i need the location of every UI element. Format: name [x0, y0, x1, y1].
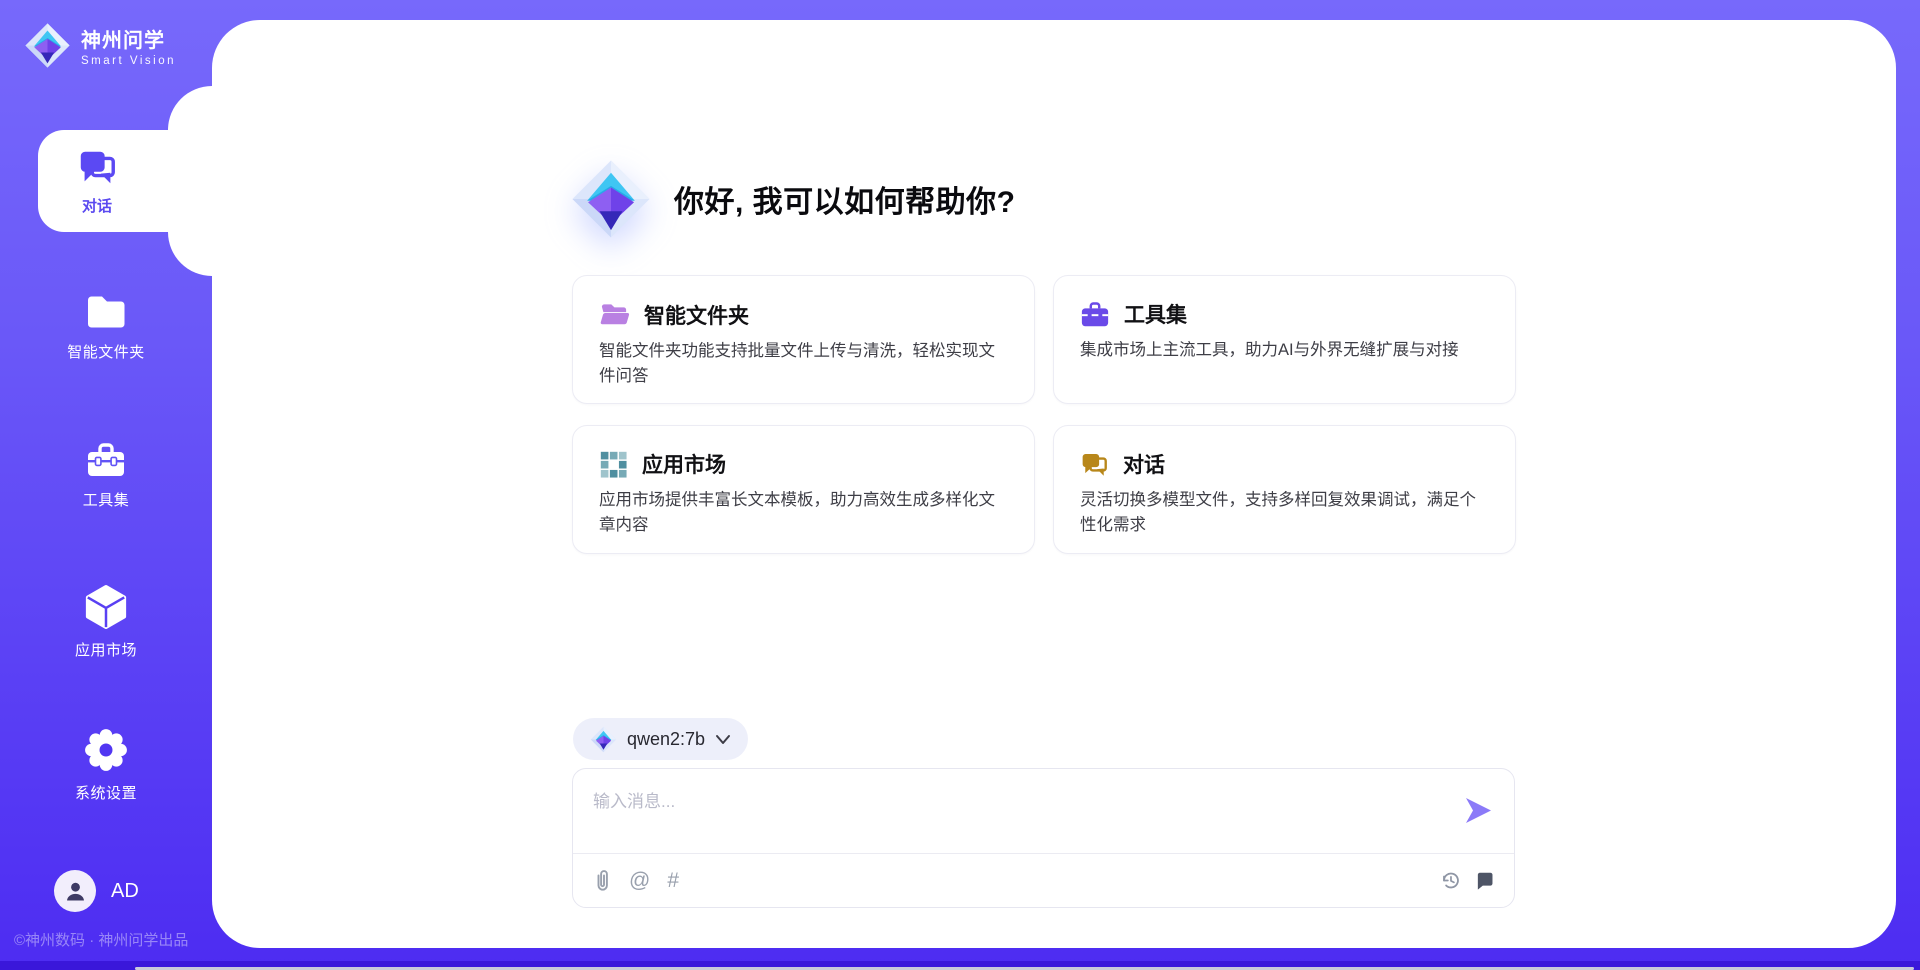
card-title: 智能文件夹 — [644, 300, 749, 330]
sidebar-item-toolset[interactable]: 工具集 — [0, 438, 212, 510]
send-button[interactable] — [1465, 797, 1492, 829]
hash-icon[interactable]: # — [667, 870, 679, 891]
card-description: 灵活切换多模型文件，支持多样回复效果调试，满足个性化需求 — [1080, 488, 1489, 538]
model-logo-icon — [590, 726, 617, 753]
user-account-button[interactable]: AD — [54, 870, 139, 912]
toolbox-icon — [84, 438, 128, 480]
sidebar-item-smart-folder[interactable]: 智能文件夹 — [0, 292, 212, 362]
composer-toolbar: @ # — [593, 854, 1494, 907]
folder-open-icon — [599, 299, 630, 330]
at-icon[interactable]: @ — [629, 870, 650, 891]
card-title: 工具集 — [1124, 299, 1187, 329]
model-selector[interactable]: qwen2:7b — [573, 718, 748, 760]
chevron-down-icon — [715, 733, 731, 746]
chat-icon — [1080, 450, 1109, 479]
app-grid-icon — [599, 450, 628, 479]
folder-icon — [83, 292, 129, 332]
send-arrow-icon — [1465, 797, 1492, 824]
sidebar-item-label: 对话 — [82, 195, 112, 216]
chat-icon — [76, 146, 118, 188]
card-chat[interactable]: 对话 灵活切换多模型文件，支持多样回复效果调试，满足个性化需求 — [1053, 425, 1516, 554]
sidebar: 神州问学 Smart Vision 对话 智能文件夹 — [0, 0, 212, 970]
sidebar-item-chat[interactable]: 对话 — [38, 130, 212, 232]
brand-logo: 神州问学 Smart Vision — [24, 22, 176, 69]
sidebar-item-app-market[interactable]: 应用市场 — [0, 584, 212, 660]
hero-header: 你好, 我可以如何帮助你? — [570, 158, 1016, 240]
card-toolset[interactable]: 工具集 集成市场上主流工具，助力AI与外界无缝扩展与对接 — [1053, 275, 1516, 404]
gear-icon — [83, 727, 129, 773]
sidebar-item-label: 应用市场 — [75, 639, 137, 660]
sidebar-footer-text: ©神州数码 · 神州问学出品 — [14, 929, 188, 950]
main-panel: 你好, 我可以如何帮助你? 智能文件夹 智能文件夹功能支持批量文件上传与清洗，轻… — [212, 20, 1896, 948]
app-screen: 你好, 我可以如何帮助你? 智能文件夹 智能文件夹功能支持批量文件上传与清洗，轻… — [0, 0, 1920, 970]
chat-bubble-icon[interactable] — [1475, 871, 1494, 890]
toolbox-icon — [1080, 299, 1110, 329]
sidebar-item-label: 系统设置 — [75, 782, 137, 803]
sidebar-item-settings[interactable]: 系统设置 — [0, 727, 212, 803]
card-description: 智能文件夹功能支持批量文件上传与清洗，轻松实现文件问答 — [599, 339, 1008, 389]
tab-fillet-bottom — [168, 232, 212, 276]
model-name: qwen2:7b — [627, 729, 705, 750]
feature-cards: 智能文件夹 智能文件夹功能支持批量文件上传与清洗，轻松实现文件问答 工具集 集成… — [572, 275, 1516, 554]
card-title: 应用市场 — [642, 449, 726, 479]
avatar — [54, 870, 96, 912]
card-description: 应用市场提供丰富长文本模板，助力高效生成多样化文章内容 — [599, 488, 1008, 538]
card-description: 集成市场上主流工具，助力AI与外界无缝扩展与对接 — [1080, 338, 1489, 363]
cube-icon — [84, 584, 128, 630]
sidebar-item-label: 工具集 — [83, 489, 130, 510]
brand-diamond-icon — [24, 22, 71, 69]
brand-subtitle: Smart Vision — [81, 55, 176, 67]
greeting-title: 你好, 我可以如何帮助你? — [674, 177, 1016, 221]
card-title: 对话 — [1123, 449, 1165, 479]
history-icon[interactable] — [1440, 870, 1461, 891]
person-icon — [65, 880, 86, 902]
message-composer: @ # — [572, 768, 1515, 908]
paperclip-icon[interactable] — [593, 869, 612, 892]
brand-diamond-icon — [570, 158, 652, 240]
user-name: AD — [111, 880, 139, 903]
tab-fillet-top — [168, 86, 212, 130]
brand-name: 神州问学 — [81, 24, 176, 53]
sidebar-item-label: 智能文件夹 — [67, 341, 145, 362]
card-app-market[interactable]: 应用市场 应用市场提供丰富长文本模板，助力高效生成多样化文章内容 — [572, 425, 1035, 554]
card-smart-folder[interactable]: 智能文件夹 智能文件夹功能支持批量文件上传与清洗，轻松实现文件问答 — [572, 275, 1035, 404]
message-input[interactable] — [583, 777, 1423, 839]
